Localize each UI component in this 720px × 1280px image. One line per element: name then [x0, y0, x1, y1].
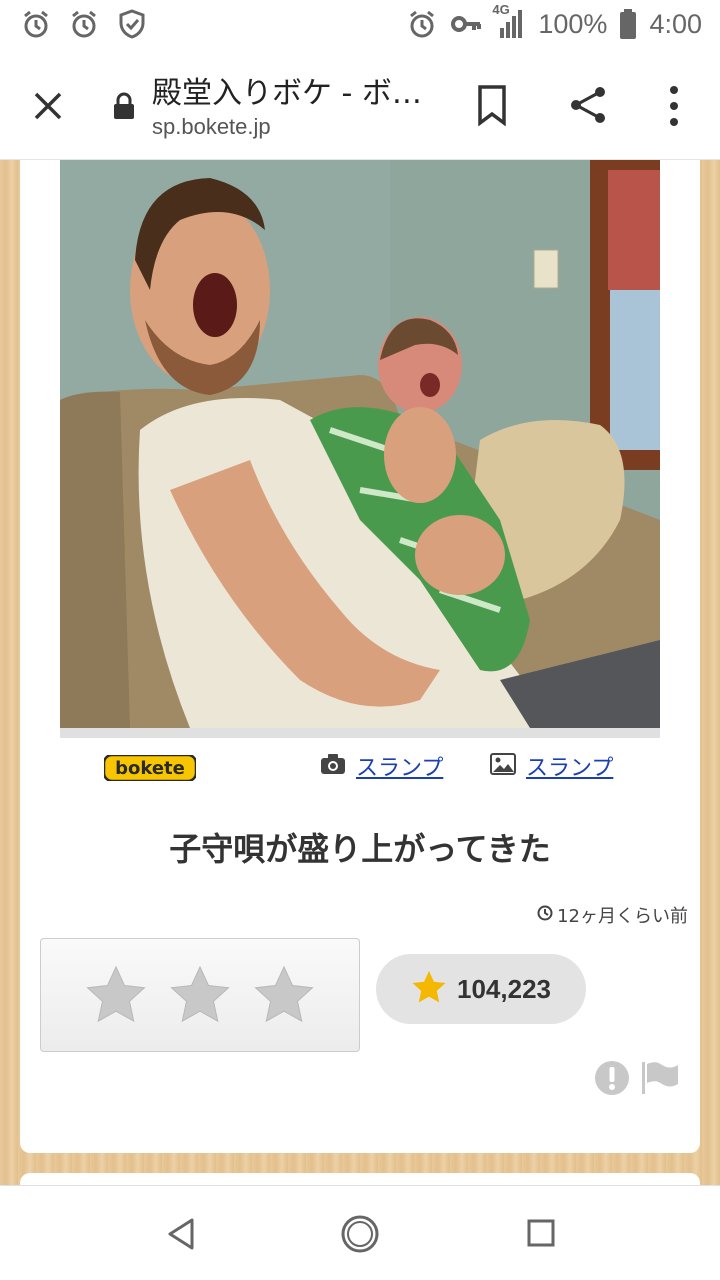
page-content[interactable]: bokete スランプ スランプ 子守唄が盛り上がってきた 12ヶ月くらい前 1… — [0, 160, 720, 1185]
post-timestamp: 12ヶ月くらい前 — [537, 902, 688, 928]
star-2-icon[interactable] — [169, 964, 231, 1026]
alert-icon[interactable] — [594, 1060, 630, 1100]
star-count-badge[interactable]: 104,223 — [376, 954, 586, 1024]
shield-check-icon — [116, 8, 148, 40]
battery-icon — [619, 8, 637, 40]
page-url[interactable]: sp.bokete.jp — [152, 114, 271, 140]
recent-apps-icon[interactable] — [526, 1218, 556, 1248]
lock-icon[interactable] — [112, 92, 136, 120]
alarm-icon — [20, 8, 52, 40]
flag-icon[interactable] — [640, 1060, 680, 1100]
signal-4g-icon: 4G — [492, 2, 526, 40]
post-photo[interactable] — [60, 160, 660, 728]
close-icon[interactable] — [28, 86, 68, 126]
post-card: bokete スランプ スランプ 子守唄が盛り上がってきた 12ヶ月くらい前 1… — [20, 160, 700, 1153]
page-title[interactable]: 殿堂入りボケ - ボ… — [152, 68, 422, 112]
image-credit[interactable]: スランプ — [490, 750, 613, 782]
alarm-icon — [406, 8, 438, 40]
alarm-icon — [68, 8, 100, 40]
network-label: 4G — [492, 2, 510, 17]
image-credit-link[interactable]: スランプ — [526, 750, 613, 782]
gold-star-icon — [411, 969, 447, 1009]
photo-credit-link[interactable]: スランプ — [356, 750, 443, 782]
next-post-card — [20, 1173, 700, 1185]
system-nav-bar — [0, 1185, 720, 1280]
credit-row: bokete スランプ スランプ — [20, 748, 700, 784]
bookmark-icon[interactable] — [474, 84, 510, 127]
star-3-icon[interactable] — [253, 964, 315, 1026]
post-caption: 子守唄が盛り上がってきた — [169, 830, 551, 868]
share-icon[interactable] — [568, 84, 608, 126]
clock-icon — [537, 905, 553, 926]
browser-toolbar: 殿堂入りボケ - ボ… sp.bokete.jp — [0, 52, 720, 160]
report-actions — [594, 1060, 680, 1100]
star-1-icon[interactable] — [85, 964, 147, 1026]
image-icon — [490, 753, 516, 779]
back-icon[interactable] — [164, 1216, 198, 1252]
battery-percent: 100% — [538, 8, 608, 39]
star-count: 104,223 — [457, 973, 551, 1004]
home-icon[interactable] — [340, 1214, 380, 1254]
camera-icon — [320, 753, 346, 779]
more-menu-icon[interactable] — [664, 84, 684, 128]
photo-divider — [60, 728, 660, 738]
clock: 4:00 — [649, 8, 702, 39]
bokete-logo-text: bokete — [115, 758, 185, 779]
rating-stars[interactable] — [40, 938, 360, 1052]
photo-credit[interactable]: スランプ — [320, 750, 443, 782]
status-bar: 4G 100% 4:00 — [0, 0, 720, 52]
bokete-logo[interactable]: bokete — [102, 753, 198, 783]
photo-illustration — [60, 160, 660, 728]
key-icon — [450, 8, 482, 40]
timestamp-text: 12ヶ月くらい前 — [557, 906, 688, 927]
